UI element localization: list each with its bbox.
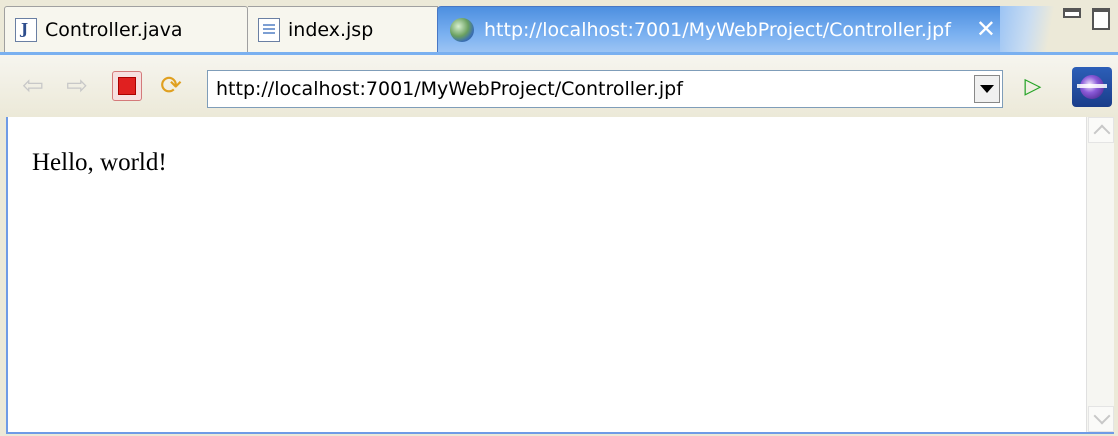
eclipse-button[interactable]	[1072, 67, 1112, 107]
tab-fade	[1000, 6, 1070, 52]
vertical-scrollbar[interactable]	[1086, 117, 1114, 432]
jsp-file-icon	[258, 17, 280, 42]
browser-viewport: Hello, world!	[6, 117, 1114, 434]
forward-button[interactable]: ⇨	[62, 71, 92, 101]
refresh-button[interactable]: ⟳	[156, 71, 186, 101]
url-input[interactable]	[208, 72, 968, 106]
refresh-icon: ⟳	[160, 71, 182, 101]
editor-tab-bar: Controller.java index.jsp http://localho…	[0, 0, 1118, 52]
tab-index-jsp[interactable]: index.jsp	[248, 6, 438, 52]
page-content: Hello, world!	[32, 149, 167, 176]
stop-icon	[118, 77, 136, 95]
go-icon: ▷	[1024, 73, 1042, 99]
url-dropdown-button[interactable]	[974, 75, 1000, 103]
close-tab-icon[interactable]: ✕	[976, 15, 996, 43]
stop-button[interactable]	[112, 71, 142, 101]
scroll-up-icon[interactable]	[1088, 117, 1114, 143]
web-browser-icon	[450, 17, 474, 42]
tab-controller-java[interactable]: Controller.java	[4, 6, 248, 52]
go-button[interactable]: ▷	[1018, 71, 1048, 101]
minimize-icon[interactable]	[1063, 8, 1081, 18]
browser-toolbar: ⇦ ⇨ ⟳ ▷	[0, 52, 1118, 117]
forward-arrow-icon: ⇨	[66, 71, 88, 101]
eclipse-icon	[1077, 75, 1107, 99]
url-combobox[interactable]	[207, 70, 1003, 108]
tab-browser-controller[interactable]: http://localhost:7001/MyWebProject/Contr…	[437, 6, 1027, 52]
tab-label: http://localhost:7001/MyWebProject/Contr…	[484, 18, 951, 41]
editor-frame: Controller.java index.jsp http://localho…	[0, 0, 1118, 436]
java-file-icon	[15, 17, 37, 42]
back-arrow-icon: ⇦	[22, 71, 44, 101]
scroll-down-icon[interactable]	[1088, 406, 1114, 432]
maximize-icon[interactable]	[1092, 8, 1110, 30]
back-button[interactable]: ⇦	[18, 71, 48, 101]
tab-label: index.jsp	[288, 18, 374, 41]
tab-label: Controller.java	[45, 18, 183, 41]
